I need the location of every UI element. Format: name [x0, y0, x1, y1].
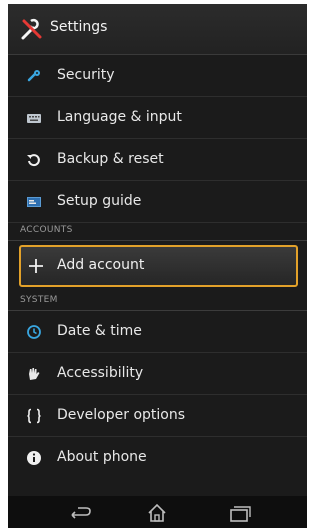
settings-item-accessibility[interactable]: Accessibility [8, 353, 307, 395]
action-bar: Settings [8, 4, 307, 55]
hand-icon [29, 368, 40, 380]
recent-apps-icon[interactable] [222, 502, 258, 524]
settings-item-label: Developer options [57, 407, 186, 423]
section-title: ACCOUNTS [20, 225, 73, 235]
settings-item-security[interactable]: Security [8, 55, 307, 97]
keyboard-icon [27, 114, 41, 123]
setup-guide-icon [27, 197, 41, 207]
add-account-label: Add account [57, 257, 145, 273]
add-account-row: Add account [8, 241, 307, 293]
settings-item-label: Security [57, 67, 115, 83]
settings-item-label: Date & time [57, 323, 142, 339]
settings-item-label: Accessibility [57, 365, 144, 381]
page-title: Settings [50, 19, 108, 35]
tools-icon[interactable] [20, 17, 44, 41]
plus-icon [29, 259, 43, 273]
settings-item-language-input[interactable]: Language & input [8, 97, 307, 139]
section-header-accounts: ACCOUNTS [8, 223, 307, 241]
navigation-bar [8, 496, 307, 528]
info-icon [27, 451, 41, 465]
settings-item-developer-options[interactable]: Developer options [8, 395, 307, 437]
settings-item-setup-guide[interactable]: Setup guide [8, 181, 307, 223]
security-icon [27, 70, 40, 82]
settings-item-label: Backup & reset [57, 151, 164, 167]
section-title: SYSTEM [20, 295, 58, 305]
backup-icon [27, 154, 40, 167]
settings-screen: Settings Security Language & input Backu… [8, 4, 307, 528]
add-account-button[interactable]: Add account [19, 245, 298, 287]
home-icon[interactable] [139, 502, 175, 524]
settings-item-label: About phone [57, 449, 147, 465]
braces-icon [27, 408, 41, 424]
section-header-system: SYSTEM [8, 293, 307, 311]
settings-item-date-time[interactable]: Date & time [8, 311, 307, 353]
clock-icon [27, 325, 41, 339]
settings-item-label: Language & input [57, 109, 182, 125]
settings-list: Security Language & input Backup & reset [8, 55, 307, 479]
settings-item-backup-reset[interactable]: Backup & reset [8, 139, 307, 181]
settings-item-about-phone[interactable]: About phone [8, 437, 307, 479]
back-icon[interactable] [62, 502, 98, 524]
settings-item-label: Setup guide [57, 193, 142, 209]
